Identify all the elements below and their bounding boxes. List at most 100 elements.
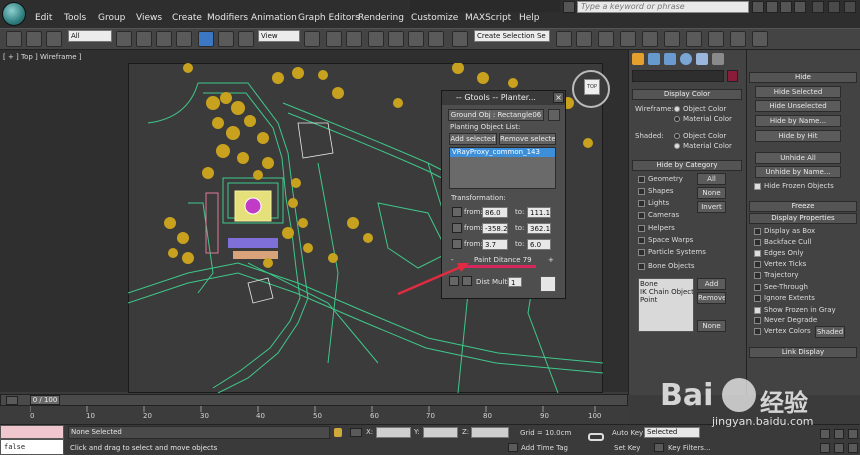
- unhide-all-button[interactable]: Unhide All: [755, 152, 841, 164]
- menu-modifiers[interactable]: Modifiers: [207, 13, 248, 23]
- time-slider-thumb[interactable]: 0 / 100: [30, 395, 60, 405]
- y-coordinate-input[interactable]: [423, 427, 458, 438]
- schematic-view-icon[interactable]: [664, 31, 680, 47]
- edit-named-selection-icon[interactable]: [452, 31, 468, 47]
- height-to-input[interactable]: 6.0: [527, 239, 551, 250]
- search-icon[interactable]: [563, 1, 575, 13]
- unhide-by-name-button[interactable]: Unhide by Name...: [755, 166, 841, 178]
- particle-systems-checkbox[interactable]: [638, 249, 645, 256]
- hide-by-hit-button[interactable]: Hide by Hit: [755, 130, 841, 142]
- auto-key-button[interactable]: Auto Key: [612, 429, 643, 437]
- menu-graph-editors[interactable]: Graph Editors: [298, 13, 360, 23]
- list-item[interactable]: IK Chain Object: [640, 288, 694, 296]
- see-through-checkbox[interactable]: [754, 284, 761, 291]
- layer-manager-icon[interactable]: [598, 31, 614, 47]
- edges-only-checkbox[interactable]: [754, 250, 761, 257]
- hierarchy-tab-icon[interactable]: [664, 53, 676, 65]
- maxscript-output[interactable]: false: [0, 439, 64, 455]
- set-key-button[interactable]: Set Key: [614, 444, 640, 452]
- remove-button[interactable]: Remove: [697, 292, 726, 304]
- hide-by-name-button[interactable]: Hide by Name...: [755, 115, 841, 127]
- pan-icon[interactable]: [834, 443, 844, 453]
- rectangular-selection-icon[interactable]: [156, 31, 172, 47]
- object-color-swatch[interactable]: [727, 70, 738, 82]
- viewport-label[interactable]: [ + ] Top ] Wireframe ]: [3, 53, 81, 61]
- menu-animation[interactable]: Animation: [251, 13, 297, 23]
- viewcube-face[interactable]: TOP: [584, 79, 600, 95]
- display-color-header[interactable]: Display Color: [632, 89, 742, 100]
- wireframe-material-color-radio[interactable]: [674, 116, 680, 122]
- search-input[interactable]: Type a keyword or phrase: [577, 1, 749, 13]
- dist-multi-input[interactable]: 1: [508, 277, 522, 287]
- selection-filter-dropdown[interactable]: All: [68, 30, 112, 42]
- rotate-from-input[interactable]: -358.2: [482, 223, 508, 234]
- close-icon[interactable]: ×: [553, 92, 564, 103]
- modify-tab-icon[interactable]: [648, 53, 660, 65]
- menu-tools[interactable]: Tools: [64, 13, 86, 23]
- curve-editor-icon[interactable]: [642, 31, 658, 47]
- angle-snap-icon[interactable]: [388, 31, 404, 47]
- add-time-tag[interactable]: Add Time Tag: [521, 444, 568, 452]
- list-item[interactable]: VRayProxy_common_143: [450, 148, 555, 157]
- utilities-tab-icon[interactable]: [712, 53, 724, 65]
- select-move-icon[interactable]: [198, 31, 214, 47]
- menu-views[interactable]: Views: [136, 13, 162, 23]
- absolute-mode-icon[interactable]: [350, 428, 362, 437]
- object-name-field[interactable]: [632, 70, 724, 82]
- add-button[interactable]: Add: [697, 278, 726, 290]
- scale-from-input[interactable]: 86.0: [482, 207, 508, 218]
- mirror-icon[interactable]: [556, 31, 572, 47]
- align-icon[interactable]: [576, 31, 592, 47]
- x-coordinate-input[interactable]: [376, 427, 411, 438]
- height-from-input[interactable]: 3.7: [482, 239, 508, 250]
- zoom-extents-icon[interactable]: [848, 429, 858, 439]
- percent-snap-icon[interactable]: [408, 31, 424, 47]
- none-list-button[interactable]: None: [697, 320, 726, 332]
- vertex-colors-checkbox[interactable]: [754, 328, 761, 335]
- window-crossing-icon[interactable]: [176, 31, 192, 47]
- list-item[interactable]: Point: [640, 296, 657, 304]
- never-degrade-checkbox[interactable]: [754, 317, 761, 324]
- all-button[interactable]: All: [697, 173, 726, 185]
- hide-frozen-checkbox[interactable]: [754, 183, 761, 190]
- wireframe-object-color-radio[interactable]: [674, 106, 680, 112]
- maxscript-listener[interactable]: [0, 425, 64, 439]
- time-slider[interactable]: [0, 394, 628, 406]
- app-logo-icon[interactable]: [2, 2, 26, 26]
- key-filters-button[interactable]: Key Filters...: [668, 444, 711, 452]
- invert-button[interactable]: Invert: [697, 201, 726, 213]
- orbit-icon[interactable]: [848, 443, 858, 453]
- display-tab-icon[interactable]: [696, 53, 708, 65]
- info-center-icon[interactable]: [766, 1, 778, 13]
- display-as-box-checkbox[interactable]: [754, 228, 761, 235]
- backface-cull-checkbox[interactable]: [754, 239, 761, 246]
- key-icon[interactable]: [588, 433, 604, 441]
- material-editor-icon[interactable]: [686, 31, 702, 47]
- minimize-icon[interactable]: [812, 1, 824, 13]
- star-icon[interactable]: [780, 1, 792, 13]
- close-icon[interactable]: [844, 1, 856, 13]
- binoculars-icon[interactable]: [752, 1, 764, 13]
- undo-icon[interactable]: [6, 31, 22, 47]
- shaded-button[interactable]: Shaded: [815, 326, 845, 338]
- rotate-icon[interactable]: [218, 31, 234, 47]
- paint-distance-increase[interactable]: +: [548, 256, 554, 264]
- freeze-header[interactable]: Freeze: [749, 201, 857, 212]
- scale-icon[interactable]: [238, 31, 254, 47]
- zoom-all-icon[interactable]: [834, 429, 844, 439]
- shaded-object-color-radio[interactable]: [674, 133, 680, 139]
- menu-maxscript[interactable]: MAXScript: [465, 13, 511, 23]
- ground-obj-button[interactable]: Ground Obj : Rectangle06: [448, 109, 544, 121]
- display-properties-header[interactable]: Display Properties: [749, 213, 857, 224]
- cameras-checkbox[interactable]: [638, 212, 645, 219]
- create-tab-icon[interactable]: [632, 53, 644, 65]
- remove-selected-button[interactable]: Remove selected: [499, 133, 556, 145]
- help-icon[interactable]: [794, 1, 806, 13]
- vertex-ticks-checkbox[interactable]: [754, 261, 761, 268]
- unlink-icon[interactable]: [46, 31, 62, 47]
- hide-by-category-header[interactable]: Hide by Category: [632, 160, 742, 171]
- menu-create[interactable]: Create: [172, 13, 202, 23]
- menu-group[interactable]: Group: [98, 13, 125, 23]
- menu-rendering[interactable]: Rendering: [358, 13, 404, 23]
- move-gizmo-icon[interactable]: [326, 31, 342, 47]
